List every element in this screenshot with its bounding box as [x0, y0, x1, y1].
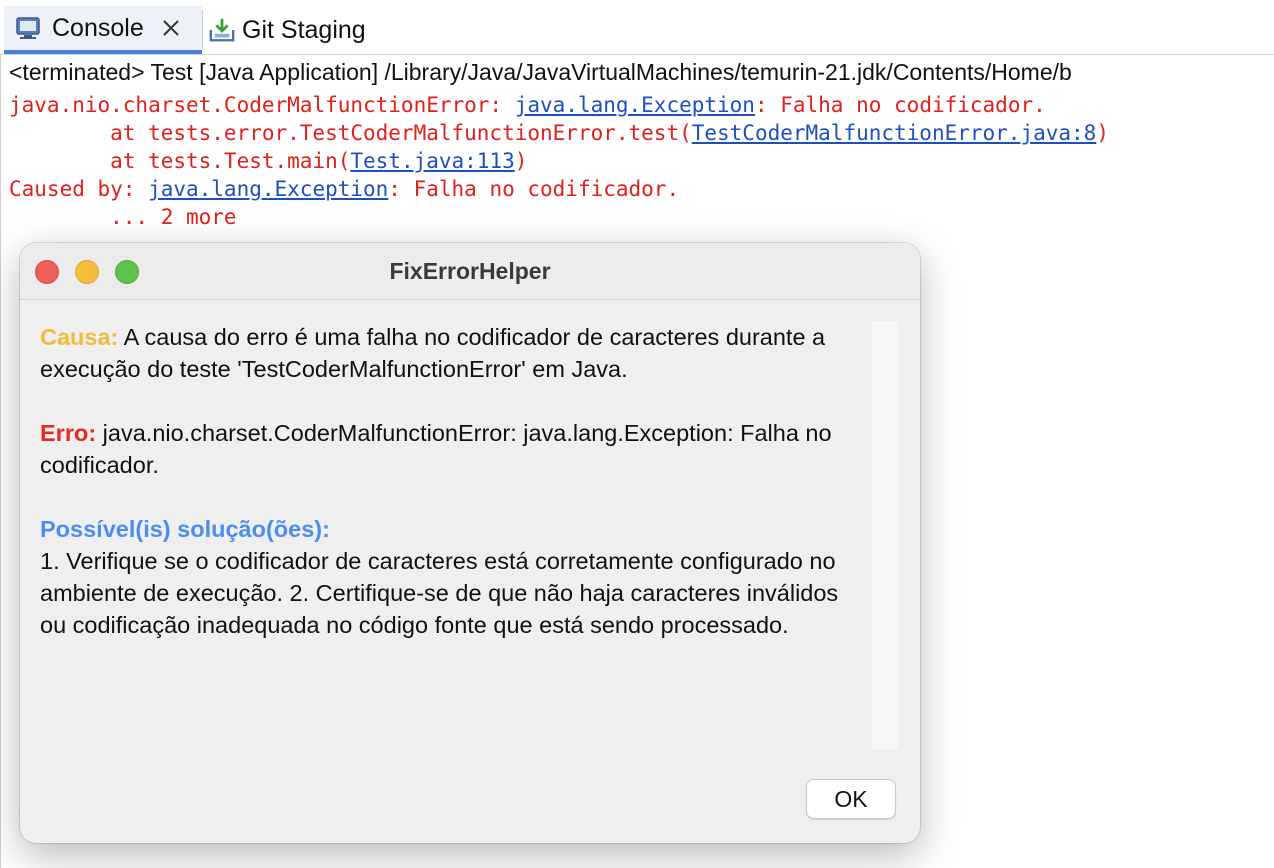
error-paragraph: Erro: java.nio.charset.CoderMalfunctionE… — [40, 417, 870, 481]
console-line: Caused by: java.lang.Exception: Falha no… — [9, 175, 679, 203]
ok-button[interactable]: OK — [806, 779, 896, 819]
close-window-button[interactable] — [35, 260, 59, 284]
tab-git-staging-label: Git Staging — [242, 15, 366, 44]
dialog-titlebar[interactable]: FixErrorHelper — [20, 243, 920, 300]
solution-label: Possível(is) solução(ões): — [40, 516, 330, 542]
git-staging-icon — [208, 16, 236, 44]
tab-console-label: Console — [52, 13, 144, 42]
cause-paragraph: Causa: A causa do erro é uma falha no co… — [40, 321, 870, 385]
console-text: java.nio.charset.CoderMalfunctionError: — [9, 93, 515, 117]
vertical-scrollbar[interactable] — [872, 321, 898, 749]
console-text: at tests.Test.main( — [9, 149, 351, 173]
solution-text: 1. Verifique se o codificador de caracte… — [40, 548, 839, 638]
source-link[interactable]: Test.java:113 — [350, 149, 514, 173]
console-text: ) — [514, 149, 528, 173]
console-text: Caused by: — [9, 177, 149, 201]
error-label: Erro: — [40, 420, 97, 446]
cause-text: A causa do erro é uma falha no codificad… — [40, 324, 826, 382]
tab-git-staging[interactable]: Git Staging — [204, 6, 404, 54]
dialog-title: FixErrorHelper — [389, 258, 551, 284]
console-line: at tests.error.TestCoderMalfunctionError… — [9, 119, 1109, 147]
console-text: ) — [1096, 121, 1109, 145]
source-link[interactable]: TestCoderMalfunctionError.java:8 — [692, 121, 1097, 145]
zoom-window-button[interactable] — [115, 260, 139, 284]
error-text: java.nio.charset.CoderMalfunctionError: … — [40, 420, 832, 478]
solution-paragraph: Possível(is) solução(ões): 1. Verifique s… — [40, 513, 870, 641]
exception-link[interactable]: java.lang.Exception — [148, 177, 388, 201]
console-status-line: <terminated> Test [Java Application] /Li… — [9, 59, 1072, 85]
tab-console[interactable]: Console — [4, 6, 202, 54]
dialog-message: Causa: A causa do erro é uma falha no co… — [40, 321, 870, 673]
tab-separator — [202, 10, 203, 50]
console-text: : Falha no codificador. — [388, 177, 680, 201]
view-tab-bar: Console Git Staging — [0, 0, 1274, 55]
exception-link[interactable]: java.lang.Exception — [515, 93, 755, 117]
minimize-window-button[interactable] — [75, 260, 99, 284]
console-text: : Falha no codificador. — [754, 93, 1046, 117]
console-line: ... 2 more — [9, 205, 237, 229]
cause-label: Causa: — [40, 324, 119, 350]
console-line: java.nio.charset.CoderMalfunctionError: … — [9, 91, 1046, 119]
console-text: at tests.error.TestCoderMalfunctionError… — [9, 121, 692, 145]
fix-error-helper-dialog: FixErrorHelper Causa: A causa do erro é … — [20, 243, 920, 843]
console-icon — [14, 14, 42, 42]
console-line: at tests.Test.main(Test.java:113) — [9, 147, 527, 175]
close-icon[interactable] — [158, 15, 184, 41]
